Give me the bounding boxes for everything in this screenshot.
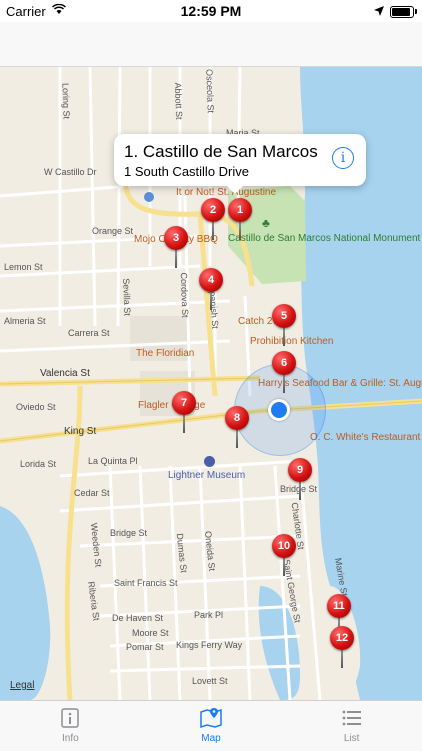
street-label: Almeria St <box>4 316 46 326</box>
map-pin[interactable]: 5 <box>272 304 296 328</box>
street-label: Saint Francis St <box>114 578 178 588</box>
street-label: Park Pl <box>194 610 224 620</box>
status-bar: Carrier 12:59 PM <box>0 0 422 22</box>
poi-label: O. C. White's Restaurant <box>310 432 421 443</box>
location-arrow-icon <box>374 4 384 19</box>
map-pin[interactable]: 10 <box>272 534 296 558</box>
street-label: Kings Ferry Way <box>176 640 243 650</box>
street-label: Oviedo St <box>16 402 56 412</box>
street-label: Lemon St <box>4 262 43 272</box>
map-icon <box>200 708 222 729</box>
street-label: Pomar St <box>126 642 164 652</box>
street-label: Lovett St <box>192 676 228 686</box>
callout-subtitle: 1 South Castillo Drive <box>124 164 249 179</box>
clock: 12:59 PM <box>180 3 242 19</box>
info-icon[interactable]: i <box>332 147 354 169</box>
street-label: La Quinta Pl <box>88 456 138 466</box>
poi-label: The Floridian <box>136 348 195 359</box>
tab-bar: Info Map List <box>0 700 422 751</box>
poi-label: Prohibition Kitchen <box>250 336 334 347</box>
tree-icon: ♣ <box>262 216 270 230</box>
tab-list[interactable]: List <box>281 701 422 751</box>
pin-callout[interactable]: 1. Castillo de San Marcos 1 South Castil… <box>114 134 366 194</box>
map-pin[interactable]: 4 <box>199 268 223 292</box>
legal-link[interactable]: Legal <box>10 680 34 691</box>
map-pin[interactable]: 7 <box>172 391 196 415</box>
map-pin[interactable]: 6 <box>272 351 296 375</box>
street-label: Sevilla St <box>121 278 133 316</box>
map-pin[interactable]: 1 <box>228 198 252 222</box>
poi-dot <box>144 192 154 202</box>
map-pin[interactable]: 2 <box>201 198 225 222</box>
tab-label: Info <box>61 733 79 744</box>
street-label: Carrera St <box>68 328 110 338</box>
poi-label: Lightner Museum <box>168 470 246 481</box>
map-pin[interactable]: 3 <box>164 226 188 250</box>
navigation-bar <box>0 22 422 67</box>
street-label: King St <box>64 426 97 437</box>
tab-label: List <box>343 733 360 744</box>
street-label: Cedar St <box>74 488 110 498</box>
museum-icon <box>204 456 215 467</box>
street-label: Abbott St <box>172 82 185 120</box>
poi-label: Castillo de San Marcos National Monument <box>228 233 420 244</box>
tab-info[interactable]: Info <box>0 701 141 751</box>
street-label: Bridge St <box>110 528 148 538</box>
battery-icon <box>390 5 417 18</box>
street-label: Valencia St <box>40 368 90 379</box>
user-location-icon[interactable] <box>268 399 290 421</box>
street-label: Lorida St <box>20 459 57 469</box>
street-label: Orange St <box>92 226 134 236</box>
street-label: De Haven St <box>112 613 164 623</box>
map-pin[interactable]: 9 <box>288 458 312 482</box>
tab-map[interactable]: Map <box>141 701 282 751</box>
street-label: Osceola St <box>204 68 216 114</box>
callout-title: 1. Castillo de San Marcos <box>124 142 318 161</box>
tab-label: Map <box>201 733 221 744</box>
map-pin[interactable]: 12 <box>330 626 354 650</box>
list-icon <box>342 710 361 726</box>
map-pin[interactable]: 8 <box>225 406 249 430</box>
street-label: Moore St <box>132 628 169 638</box>
info-icon <box>61 708 80 728</box>
street-label: Loring St <box>60 82 72 120</box>
street-label: Cordova St <box>178 272 191 318</box>
map-pin[interactable]: 11 <box>327 594 351 618</box>
street-label: W Castillo Dr <box>44 167 97 177</box>
